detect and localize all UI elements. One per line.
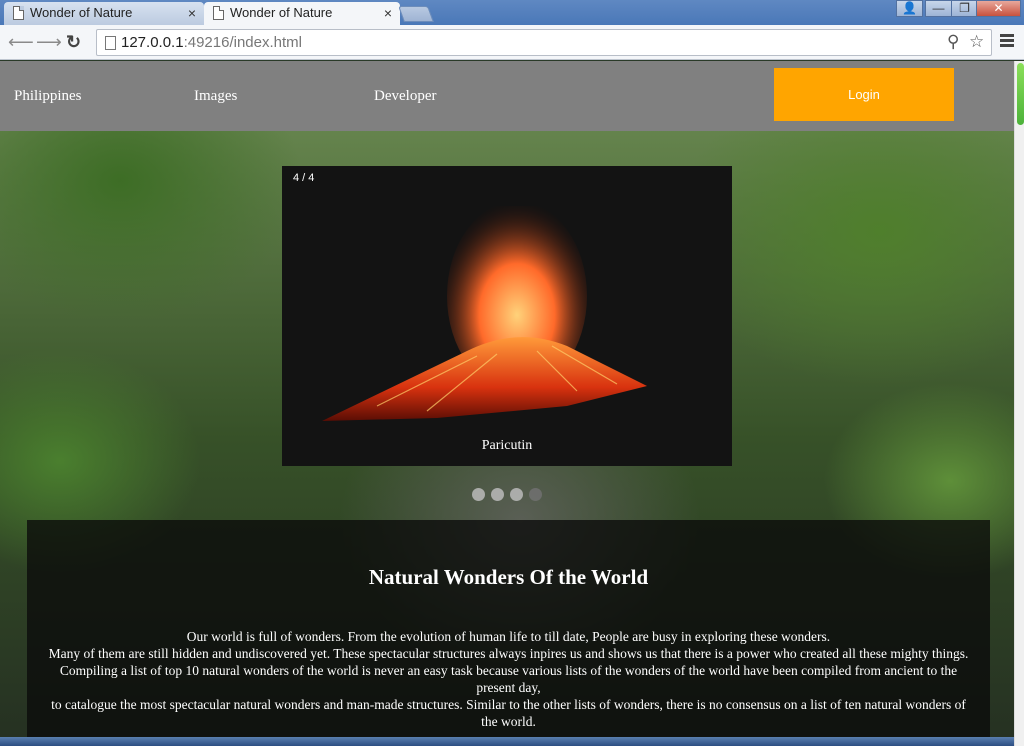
tab-close-icon[interactable]: × xyxy=(384,2,392,24)
browser-toolbar: ⟵ ⟶ ↻ 127.0.0.1:49216/index.html ⚲ ☆ xyxy=(0,25,1024,60)
content-paragraph: Our world is full of wonders. From the e… xyxy=(186,629,831,644)
content-body: Our world is full of wonders. From the e… xyxy=(44,628,974,730)
nav-link-images[interactable]: Images xyxy=(194,88,237,105)
slide-dot-1[interactable] xyxy=(472,488,485,501)
content-paragraph: to catalogue the most spectacular natura… xyxy=(51,697,966,729)
document-icon xyxy=(213,6,224,20)
back-arrow-icon[interactable]: ⟵ xyxy=(8,31,34,53)
slide-dots xyxy=(472,488,548,506)
page-viewport: Philippines Images Developer Login 4 / 4 xyxy=(0,61,1014,746)
forward-arrow-icon[interactable]: ⟶ xyxy=(36,31,62,53)
scrollbar-thumb[interactable] xyxy=(1017,63,1024,125)
os-taskbar xyxy=(0,737,1014,746)
slide-dot-4[interactable] xyxy=(529,488,542,501)
bookmark-star-icon[interactable]: ☆ xyxy=(969,32,984,52)
slide-dot-3[interactable] xyxy=(510,488,523,501)
content-paragraph: Many of them are still hidden and undisc… xyxy=(48,646,969,661)
tab-title: Wonder of Nature xyxy=(230,5,333,20)
nav-link-philippines[interactable]: Philippines xyxy=(14,88,82,105)
zoom-search-icon[interactable]: ⚲ xyxy=(947,32,959,52)
content-title: Natural Wonders Of the World xyxy=(368,565,649,589)
volcano-eruption-image xyxy=(322,206,647,421)
slide-dot-2[interactable] xyxy=(491,488,504,501)
slide-caption: Paricutin xyxy=(481,438,533,453)
window-close-button[interactable]: ✕ xyxy=(976,0,1021,17)
document-icon xyxy=(13,6,24,20)
url-text[interactable]: 127.0.0.1:49216/index.html xyxy=(121,34,302,51)
page-scrollbar[interactable] xyxy=(1014,61,1024,746)
restore-button[interactable]: ❐ xyxy=(951,0,978,17)
login-button[interactable]: Login xyxy=(774,68,954,121)
minimize-button[interactable]: — xyxy=(925,0,952,17)
page-icon xyxy=(105,36,116,50)
slideshow: 4 / 4 Paricutin xyxy=(282,166,732,466)
browser-tab-1[interactable]: Wonder of Nature × xyxy=(4,2,204,25)
tab-close-icon[interactable]: × xyxy=(188,2,196,24)
address-bar[interactable]: 127.0.0.1:49216/index.html ⚲ ☆ xyxy=(96,29,992,56)
site-navbar: Philippines Images Developer Login xyxy=(0,61,1014,131)
user-icon[interactable]: 👤 xyxy=(896,0,923,17)
nav-link-developer[interactable]: Developer xyxy=(374,88,436,105)
browser-menu-icon[interactable] xyxy=(1000,34,1014,48)
new-tab-button[interactable] xyxy=(398,6,434,22)
browser-tab-strip: Wonder of Nature × Wonder of Nature × 👤 … xyxy=(0,0,1024,25)
browser-tab-2-active[interactable]: Wonder of Nature × xyxy=(204,2,400,25)
tab-title: Wonder of Nature xyxy=(30,5,133,20)
content-panel: Natural Wonders Of the World Our world i… xyxy=(27,520,990,746)
slide-counter: 4 / 4 xyxy=(293,172,315,184)
content-paragraph: Compiling a list of top 10 natural wonde… xyxy=(59,663,958,695)
reload-icon[interactable]: ↻ xyxy=(66,31,81,53)
